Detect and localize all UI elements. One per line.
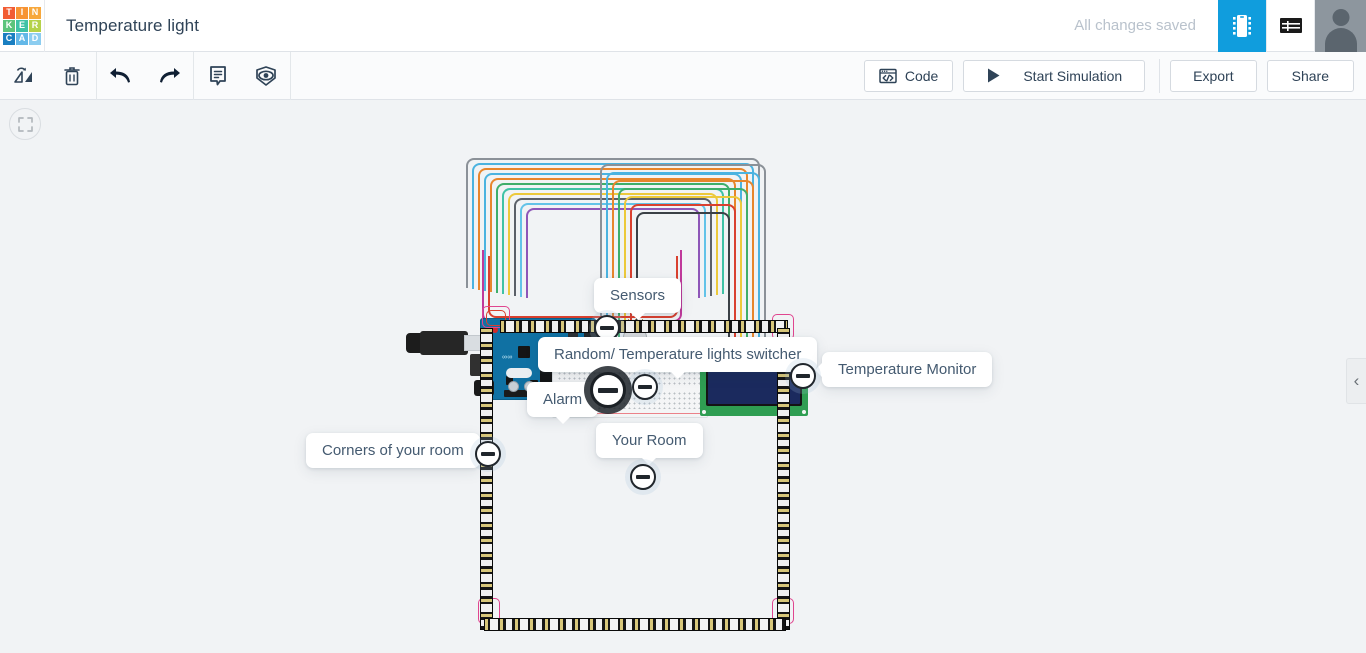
avatar-image [1315,0,1366,52]
trash-icon [62,65,82,87]
minus-bar [638,385,652,389]
code-icon [879,68,897,84]
fit-to-view-button[interactable] [9,108,41,140]
share-button[interactable]: Share [1267,60,1354,92]
collapse-button-temperature-monitor[interactable] [790,363,816,389]
chevron-left-icon: ‹ [1354,371,1360,391]
visibility-button[interactable] [242,52,290,100]
chip-icon [1231,13,1253,39]
neopixel-strip-top[interactable] [500,320,788,333]
lcd-hole-bl [702,410,706,414]
code-button-label: Code [905,68,938,84]
rotate-icon [12,65,36,87]
rotate-button[interactable] [0,52,48,100]
visibility-icon [253,64,279,88]
tinkercad-logo[interactable]: T I N K E R C A D [0,0,45,52]
start-simulation-button[interactable]: Start Simulation [963,60,1145,92]
annotation-button[interactable] [194,52,242,100]
minus-bar [598,388,618,393]
app-header: T I N K E R C A D Temperature light All … [0,0,1366,52]
collapse-button-your-room[interactable] [630,464,656,490]
note-icon [207,64,229,88]
callout-corners-of-room[interactable]: Corners of your room [306,433,480,468]
start-simulation-label: Start Simulation [1023,68,1122,84]
logo-cell-i: I [16,7,28,19]
toolbar-edit-group [0,52,291,100]
share-button-label: Share [1292,68,1329,84]
logo-grid: T I N K E R C A D [3,7,41,45]
lcd-hole-br [802,410,806,414]
logo-cell-r: R [29,20,41,32]
undo-button[interactable] [97,52,145,100]
editor-toolbar: Code Start Simulation Export Share [0,52,1366,100]
arduino-cap-1 [508,381,519,392]
callout-sensors[interactable]: Sensors [594,278,681,313]
logo-cell-t: T [3,7,15,19]
page-title[interactable]: Temperature light [66,16,199,36]
toolbar-actions-group: Code Start Simulation Export Share [854,59,1366,93]
header-right-group: All changes saved [1074,0,1366,52]
minus-bar [600,326,614,330]
neopixel-strip-left[interactable] [480,328,493,630]
logo-cell-k: K [3,20,15,32]
play-icon [986,67,1001,84]
logo-cell-n: N [29,7,41,19]
collapse-button-alarm[interactable] [590,372,626,408]
delete-button[interactable] [48,52,96,100]
side-panel-handle[interactable]: ‹ [1346,358,1366,404]
logo-cell-e: E [16,20,28,32]
circuit-canvas[interactable]: ‹ ∞∞ [0,100,1366,653]
minus-bar [796,374,810,378]
fit-to-screen-icon [18,117,33,132]
undo-icon [108,65,134,87]
callout-your-room[interactable]: Your Room [596,423,703,458]
arduino-logo: ∞∞ [502,354,513,361]
callout-temperature-monitor[interactable]: Temperature Monitor [822,352,992,387]
neopixel-strip-bottom[interactable] [484,618,786,631]
redo-icon [156,65,182,87]
components-list-icon [1279,16,1303,36]
logo-cell-c: C [3,33,15,45]
logo-cell-a: A [16,33,28,45]
collapse-button-corners-of-room[interactable] [475,441,501,467]
arduino-smd-chip [518,346,530,358]
callout-lights-switcher[interactable]: Random/ Temperature lights switcher [538,337,817,372]
minus-bar [481,452,495,456]
power-plug-body[interactable] [420,331,468,355]
export-button-label: Export [1193,68,1233,84]
minus-bar [636,475,650,479]
callout-alarm[interactable]: Alarm [527,382,598,417]
export-button[interactable]: Export [1170,60,1256,92]
toolbar-separator-3 [290,52,291,100]
view-circuit-button[interactable] [1218,0,1266,52]
collapse-button-lights-switcher[interactable] [632,374,658,400]
arduino-silk-oval [506,368,532,378]
code-button[interactable]: Code [864,60,953,92]
avatar[interactable] [1314,0,1366,52]
neopixel-strip-right[interactable] [777,328,790,630]
logo-cell-d: D [29,33,41,45]
toolbar-separator-4 [1159,59,1160,93]
view-components-list-button[interactable] [1266,0,1314,52]
save-status: All changes saved [1074,17,1218,34]
redo-button[interactable] [145,52,193,100]
